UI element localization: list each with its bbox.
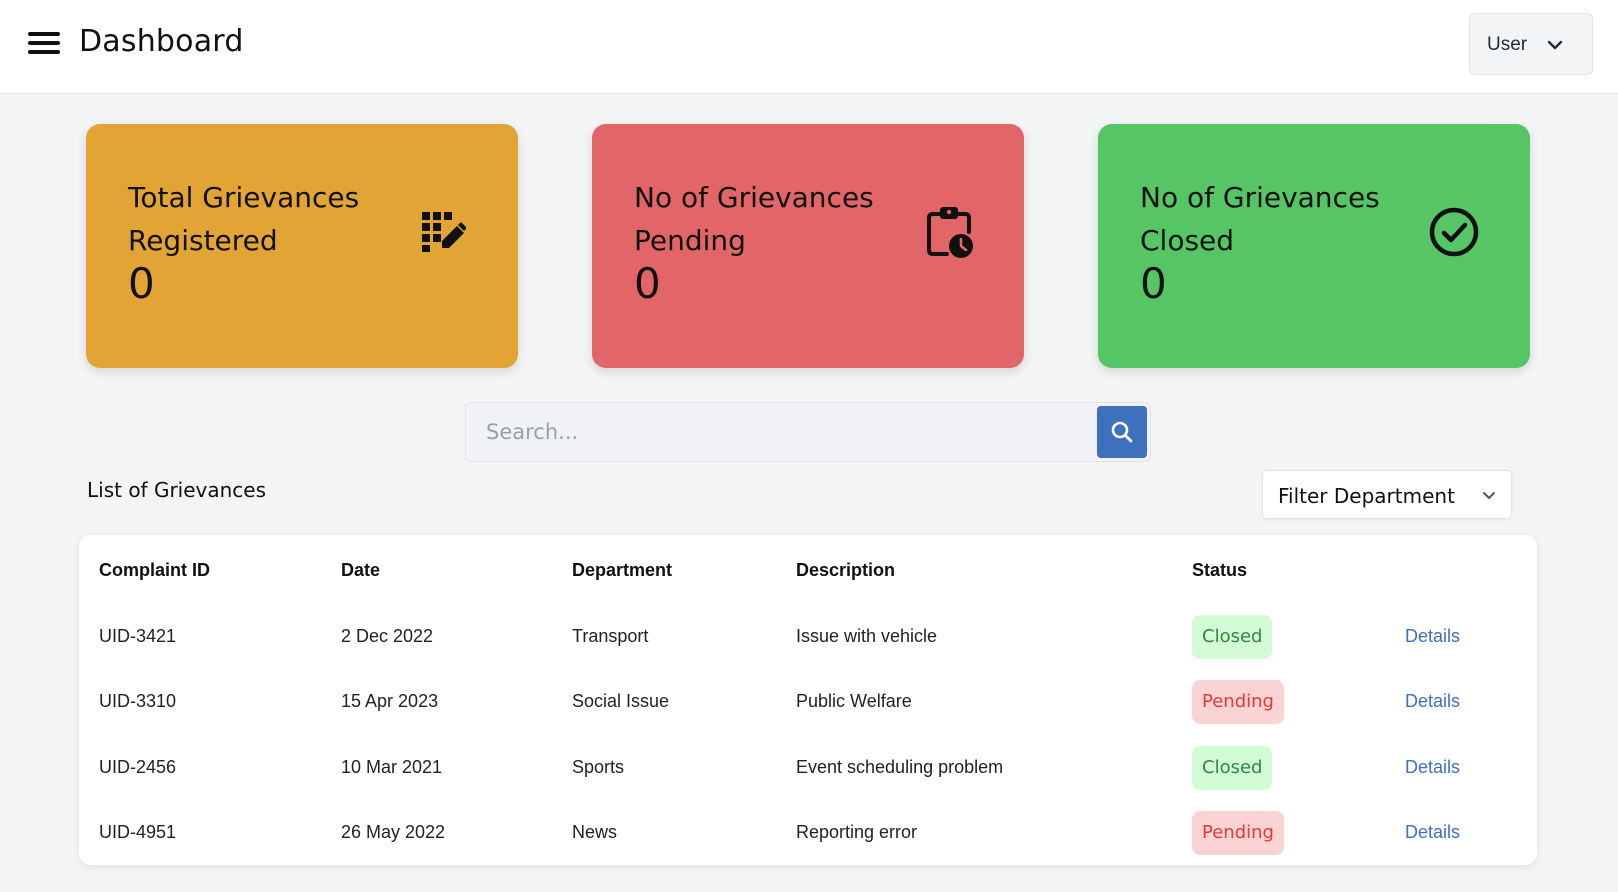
complaint-department: Sports [572, 757, 625, 777]
column-header-description: Description [796, 560, 896, 580]
edit-grid-icon [422, 212, 466, 252]
grievances-table: Complaint ID Date Department Description… [79, 535, 1537, 865]
status-badge: Pending [1192, 680, 1284, 724]
table-row: UID-4951 26 May 2022 News Reporting erro… [79, 800, 1537, 864]
check-circle-icon [1429, 207, 1479, 257]
search-icon [1111, 421, 1133, 443]
top-bar: Dashboard User [0, 0, 1618, 94]
menu-icon[interactable] [28, 30, 60, 56]
card-title: Total Grievances Registered [128, 181, 360, 257]
complaint-id: UID-3310 [99, 691, 177, 711]
complaint-description: Reporting error [796, 822, 918, 842]
clipboard-clock-icon [927, 207, 973, 258]
status-badge: Closed [1192, 615, 1273, 659]
details-link[interactable]: Details [1405, 735, 1460, 799]
page-title: Dashboard [79, 24, 244, 59]
card-count: 0 [634, 259, 661, 308]
column-header-date: Date [341, 560, 381, 580]
table-row: UID-3421 2 Dec 2022 Transport Issue with… [79, 604, 1537, 668]
table-row: UID-3310 15 Apr 2023 Social Issue Public… [79, 669, 1537, 733]
complaint-description: Event scheduling problem [796, 757, 1004, 777]
filter-department-select[interactable]: Filter Department [1262, 470, 1512, 519]
user-menu-label: User [1487, 34, 1528, 55]
column-header-status: Status [1192, 560, 1248, 580]
complaint-date: 2 Dec 2022 [341, 626, 434, 646]
closed-grievances-card: No of Grievances Closed 0 [1098, 124, 1530, 368]
complaint-department: News [572, 822, 618, 842]
column-header-complaint-id: Complaint ID [99, 560, 210, 580]
complaint-date: 10 Mar 2021 [341, 757, 443, 777]
total-grievances-card: Total Grievances Registered 0 [86, 124, 518, 368]
column-header-department: Department [572, 560, 673, 580]
card-count: 0 [128, 259, 155, 308]
complaint-id: UID-3421 [99, 626, 177, 646]
user-menu-button[interactable]: User [1469, 13, 1593, 75]
complaint-date: 15 Apr 2023 [341, 691, 439, 711]
complaint-department: Transport [572, 626, 649, 646]
pending-grievances-card: No of Grievances Pending 0 [592, 124, 1024, 368]
search-button[interactable] [1097, 406, 1147, 458]
chevron-down-icon [1483, 492, 1495, 499]
chevron-down-icon [1547, 40, 1563, 50]
filter-department-label: Filter Department [1278, 484, 1455, 508]
complaint-description: Public Welfare [796, 691, 912, 711]
details-link[interactable]: Details [1405, 604, 1460, 668]
details-link[interactable]: Details [1405, 669, 1460, 733]
search-bar [465, 402, 1151, 462]
complaint-id: UID-4951 [99, 822, 177, 842]
card-title: No of Grievances Pending [634, 181, 874, 257]
complaint-department: Social Issue [572, 691, 670, 711]
status-badge: Closed [1192, 746, 1273, 790]
status-badge: Pending [1192, 811, 1284, 855]
complaint-id: UID-2456 [99, 757, 177, 777]
card-title: No of Grievances Closed [1140, 181, 1380, 257]
card-count: 0 [1140, 259, 1167, 308]
complaint-description: Issue with vehicle [796, 626, 938, 646]
table-row: UID-2456 10 Mar 2021 Sports Event schedu… [79, 735, 1537, 799]
list-title: List of Grievances [87, 478, 267, 502]
details-link[interactable]: Details [1405, 800, 1460, 864]
search-input[interactable] [467, 404, 1087, 460]
complaint-date: 26 May 2022 [341, 822, 446, 842]
